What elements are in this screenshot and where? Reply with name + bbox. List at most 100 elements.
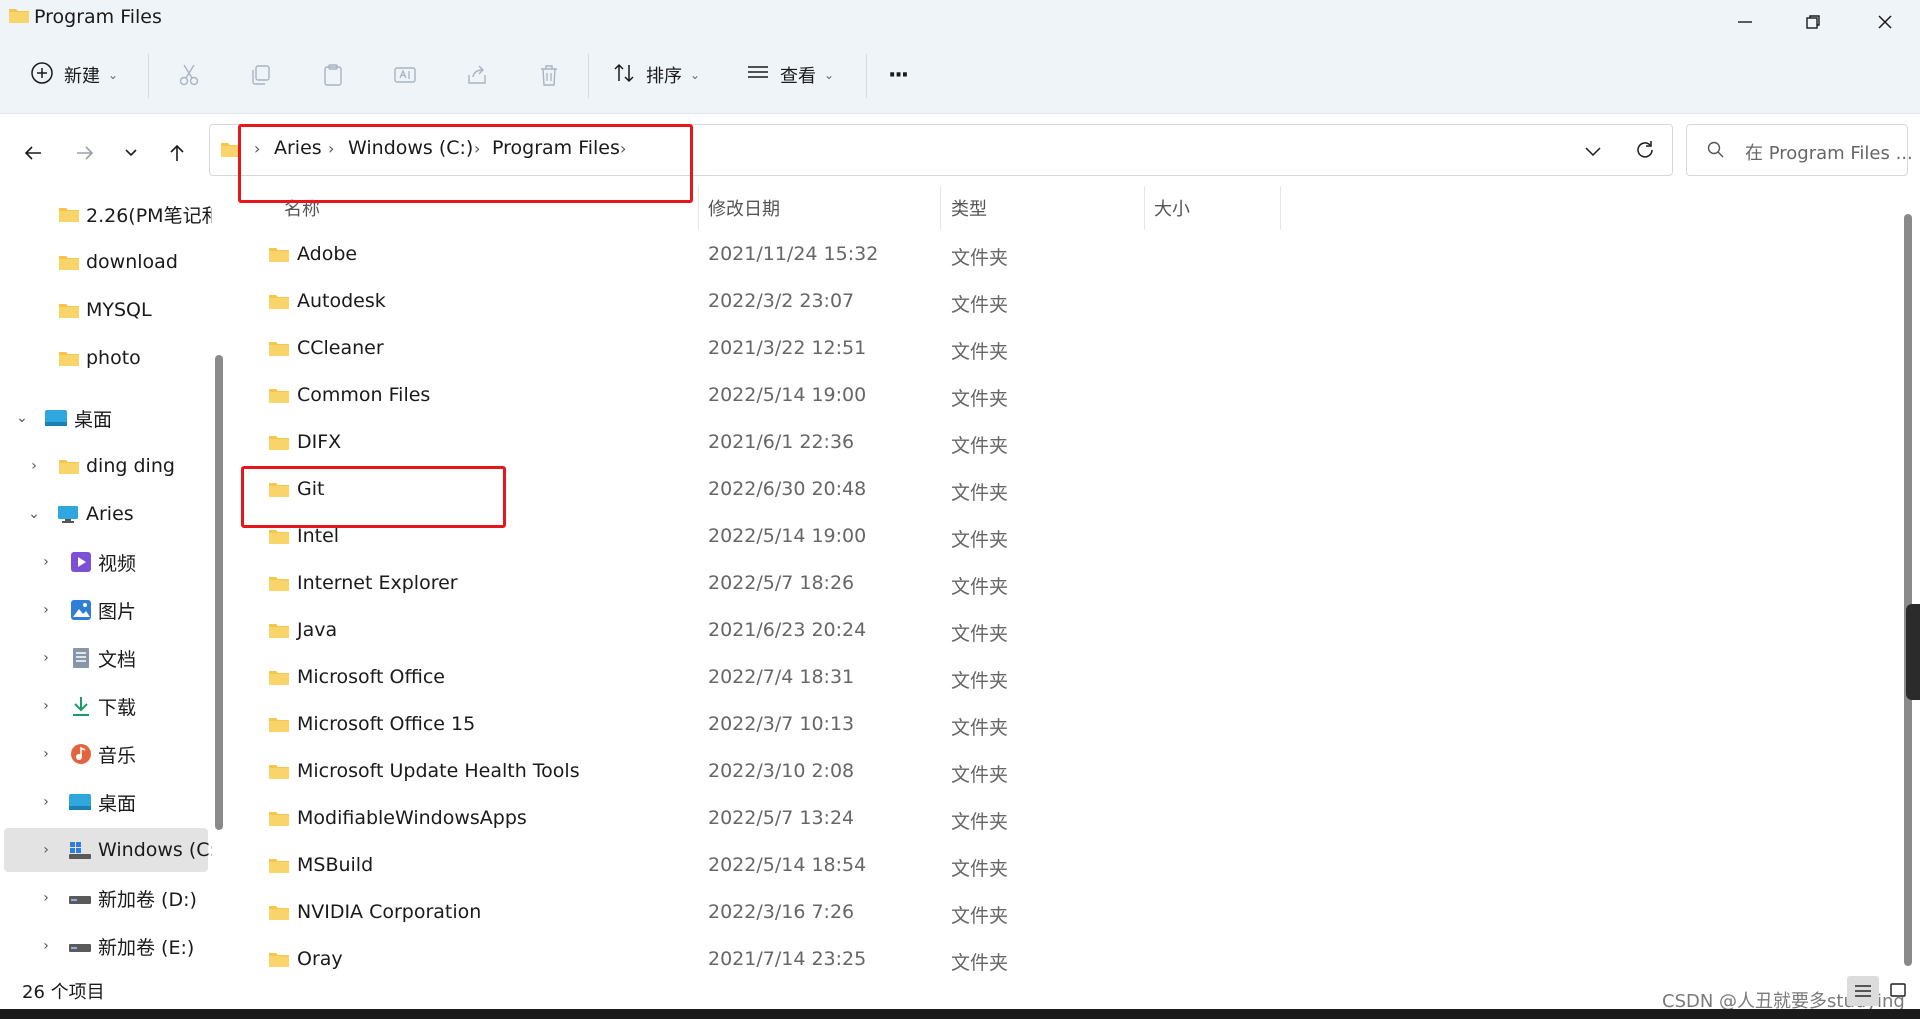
video-icon — [70, 551, 92, 578]
column-divider[interactable] — [1144, 186, 1145, 230]
desktop-icon — [68, 792, 92, 817]
sidebar-item-label: photo — [86, 347, 141, 369]
file-name: Microsoft Update Health Tools — [297, 760, 580, 782]
column-header-size[interactable]: 大小 — [1154, 186, 1190, 230]
refresh-icon[interactable] — [1634, 139, 1656, 165]
sidebar-item-desktop-2[interactable]: › 桌面 — [0, 780, 212, 824]
chevron-right-icon[interactable]: › — [36, 938, 56, 954]
share-icon[interactable] — [464, 62, 490, 88]
file-name: Autodesk — [297, 290, 386, 312]
search-placeholder: 在 Program Files ... — [1745, 143, 1913, 164]
file-date: 2022/5/14 19:00 — [708, 525, 867, 547]
file-name: NVIDIA Corporation — [297, 901, 482, 923]
column-header-type[interactable]: 类型 — [951, 186, 987, 230]
desktop-icon — [44, 408, 68, 433]
sort-button[interactable]: 排序 ⌄ — [612, 44, 700, 106]
sidebar-item-windows-c[interactable]: › Windows (C:) — [4, 828, 212, 872]
file-row[interactable]: Java 2021/6/23 20:24 文件夹 — [236, 608, 1836, 655]
chevron-right-icon[interactable]: › — [36, 794, 56, 810]
sidebar-item-drive-e[interactable]: › 新加卷 (E:) — [0, 924, 212, 968]
folder-icon — [268, 433, 290, 455]
chevron-right-icon[interactable]: › — [36, 650, 56, 666]
chevron-right-icon[interactable]: › — [36, 602, 56, 618]
chevron-down-icon[interactable]: ⌄ — [12, 410, 32, 426]
sidebar-item-label: 音乐 — [98, 744, 137, 767]
large-icons-view-button[interactable] — [1882, 976, 1914, 1006]
file-row[interactable]: Autodesk 2022/3/2 23:07 文件夹 — [236, 279, 1836, 326]
delete-icon[interactable] — [536, 62, 562, 88]
chevron-right-icon[interactable]: › — [36, 554, 56, 570]
paste-icon[interactable] — [320, 62, 346, 88]
sidebar-item-drive-d[interactable]: › 新加卷 (D:) — [0, 876, 212, 920]
view-button[interactable]: 查看 ⌄ — [746, 44, 834, 106]
chevron-right-icon[interactable]: › — [36, 746, 56, 762]
new-button[interactable]: 新建 ⌄ — [30, 44, 118, 106]
address-history-button[interactable] — [1584, 142, 1602, 164]
back-button[interactable] — [16, 136, 50, 170]
music-icon — [70, 743, 92, 770]
sidebar-item-download[interactable]: download — [0, 240, 212, 284]
file-type: 文件夹 — [951, 294, 1009, 316]
up-button[interactable] — [160, 136, 194, 170]
column-header-date[interactable]: 修改日期 — [708, 186, 780, 230]
sidebar-item-aries[interactable]: ⌄ Aries — [0, 492, 212, 536]
more-options-button[interactable]: ··· — [888, 44, 909, 106]
column-divider[interactable] — [1280, 186, 1281, 230]
chevron-right-icon[interactable]: › — [36, 842, 56, 858]
chevron-right-icon[interactable]: › — [36, 890, 56, 906]
folder-icon — [268, 292, 290, 314]
file-row[interactable]: Adobe 2021/11/24 15:32 文件夹 — [236, 232, 1836, 279]
file-date: 2022/3/16 7:26 — [708, 901, 855, 923]
documents-icon — [70, 647, 92, 674]
file-row[interactable]: NVIDIA Corporation 2022/3/16 7:26 文件夹 — [236, 890, 1836, 937]
cut-icon[interactable] — [176, 62, 202, 88]
sidebar-item-pictures[interactable]: › 图片 — [0, 588, 212, 632]
recent-locations-button[interactable] — [114, 136, 148, 170]
chevron-down-icon[interactable]: ⌄ — [24, 506, 44, 522]
sidebar-item-photo[interactable]: photo — [0, 336, 212, 380]
restore-button[interactable] — [1778, 0, 1848, 44]
file-row[interactable]: Microsoft Update Health Tools 2022/3/10 … — [236, 749, 1836, 796]
folder-icon — [268, 950, 290, 971]
sidebar-item-label: 2.26(PM笔记和 — [86, 204, 212, 227]
chevron-right-icon[interactable]: › — [36, 698, 56, 714]
sidebar-item-mysql[interactable]: MYSQL — [0, 288, 212, 332]
file-type: 文件夹 — [951, 341, 1009, 363]
folder-icon — [268, 762, 290, 784]
sidebar-item-pm-notes[interactable]: 2.26(PM笔记和 — [0, 192, 212, 236]
chevron-right-icon[interactable]: › — [24, 458, 44, 474]
sidebar-item-videos[interactable]: › 视频 — [0, 540, 212, 584]
file-row[interactable]: DIFX 2021/6/1 22:36 文件夹 — [236, 420, 1836, 467]
details-view-button[interactable] — [1847, 976, 1879, 1006]
file-row[interactable]: Oray 2021/7/14 23:25 文件夹 — [236, 937, 1836, 971]
file-row[interactable]: ModifiableWindowsApps 2022/5/7 13:24 文件夹 — [236, 796, 1836, 843]
column-divider[interactable] — [698, 186, 699, 230]
rename-icon[interactable] — [392, 62, 418, 88]
sidebar-item-desktop[interactable]: ⌄ 桌面 — [0, 396, 212, 440]
file-type: 文件夹 — [951, 764, 1009, 786]
file-row[interactable]: MSBuild 2022/5/14 18:54 文件夹 — [236, 843, 1836, 890]
folder-icon — [8, 6, 30, 28]
sidebar-item-documents[interactable]: › 文档 — [0, 636, 212, 680]
sidebar-item-music[interactable]: › 音乐 — [0, 732, 212, 776]
sidebar-scrollbar-thumb[interactable] — [215, 355, 223, 830]
side-dock-handle[interactable] — [1906, 604, 1920, 700]
file-row[interactable]: Microsoft Office 2022/7/4 18:31 文件夹 — [236, 655, 1836, 702]
file-row[interactable]: Common Files 2022/5/14 19:00 文件夹 — [236, 373, 1836, 420]
file-row[interactable]: CCleaner 2021/3/22 12:51 文件夹 — [236, 326, 1836, 373]
close-button[interactable] — [1850, 0, 1920, 44]
new-label: 新建 — [64, 66, 100, 87]
file-date: 2022/5/7 18:26 — [708, 572, 855, 594]
file-list-scrollbar-thumb[interactable] — [1904, 214, 1912, 966]
sidebar-item-downloads[interactable]: › 下载 — [0, 684, 212, 728]
file-row[interactable]: Internet Explorer 2022/5/7 18:26 文件夹 — [236, 561, 1836, 608]
column-divider[interactable] — [940, 186, 941, 230]
forward-button[interactable] — [68, 136, 102, 170]
search-box[interactable]: 在 Program Files ... — [1686, 124, 1913, 176]
copy-icon[interactable] — [248, 62, 274, 88]
sidebar-item-ding-ding[interactable]: › ding ding — [0, 444, 212, 488]
file-type: 文件夹 — [951, 858, 1009, 880]
file-type: 文件夹 — [951, 905, 1009, 927]
file-row[interactable]: Microsoft Office 15 2022/3/7 10:13 文件夹 — [236, 702, 1836, 749]
minimize-button[interactable] — [1710, 0, 1780, 44]
